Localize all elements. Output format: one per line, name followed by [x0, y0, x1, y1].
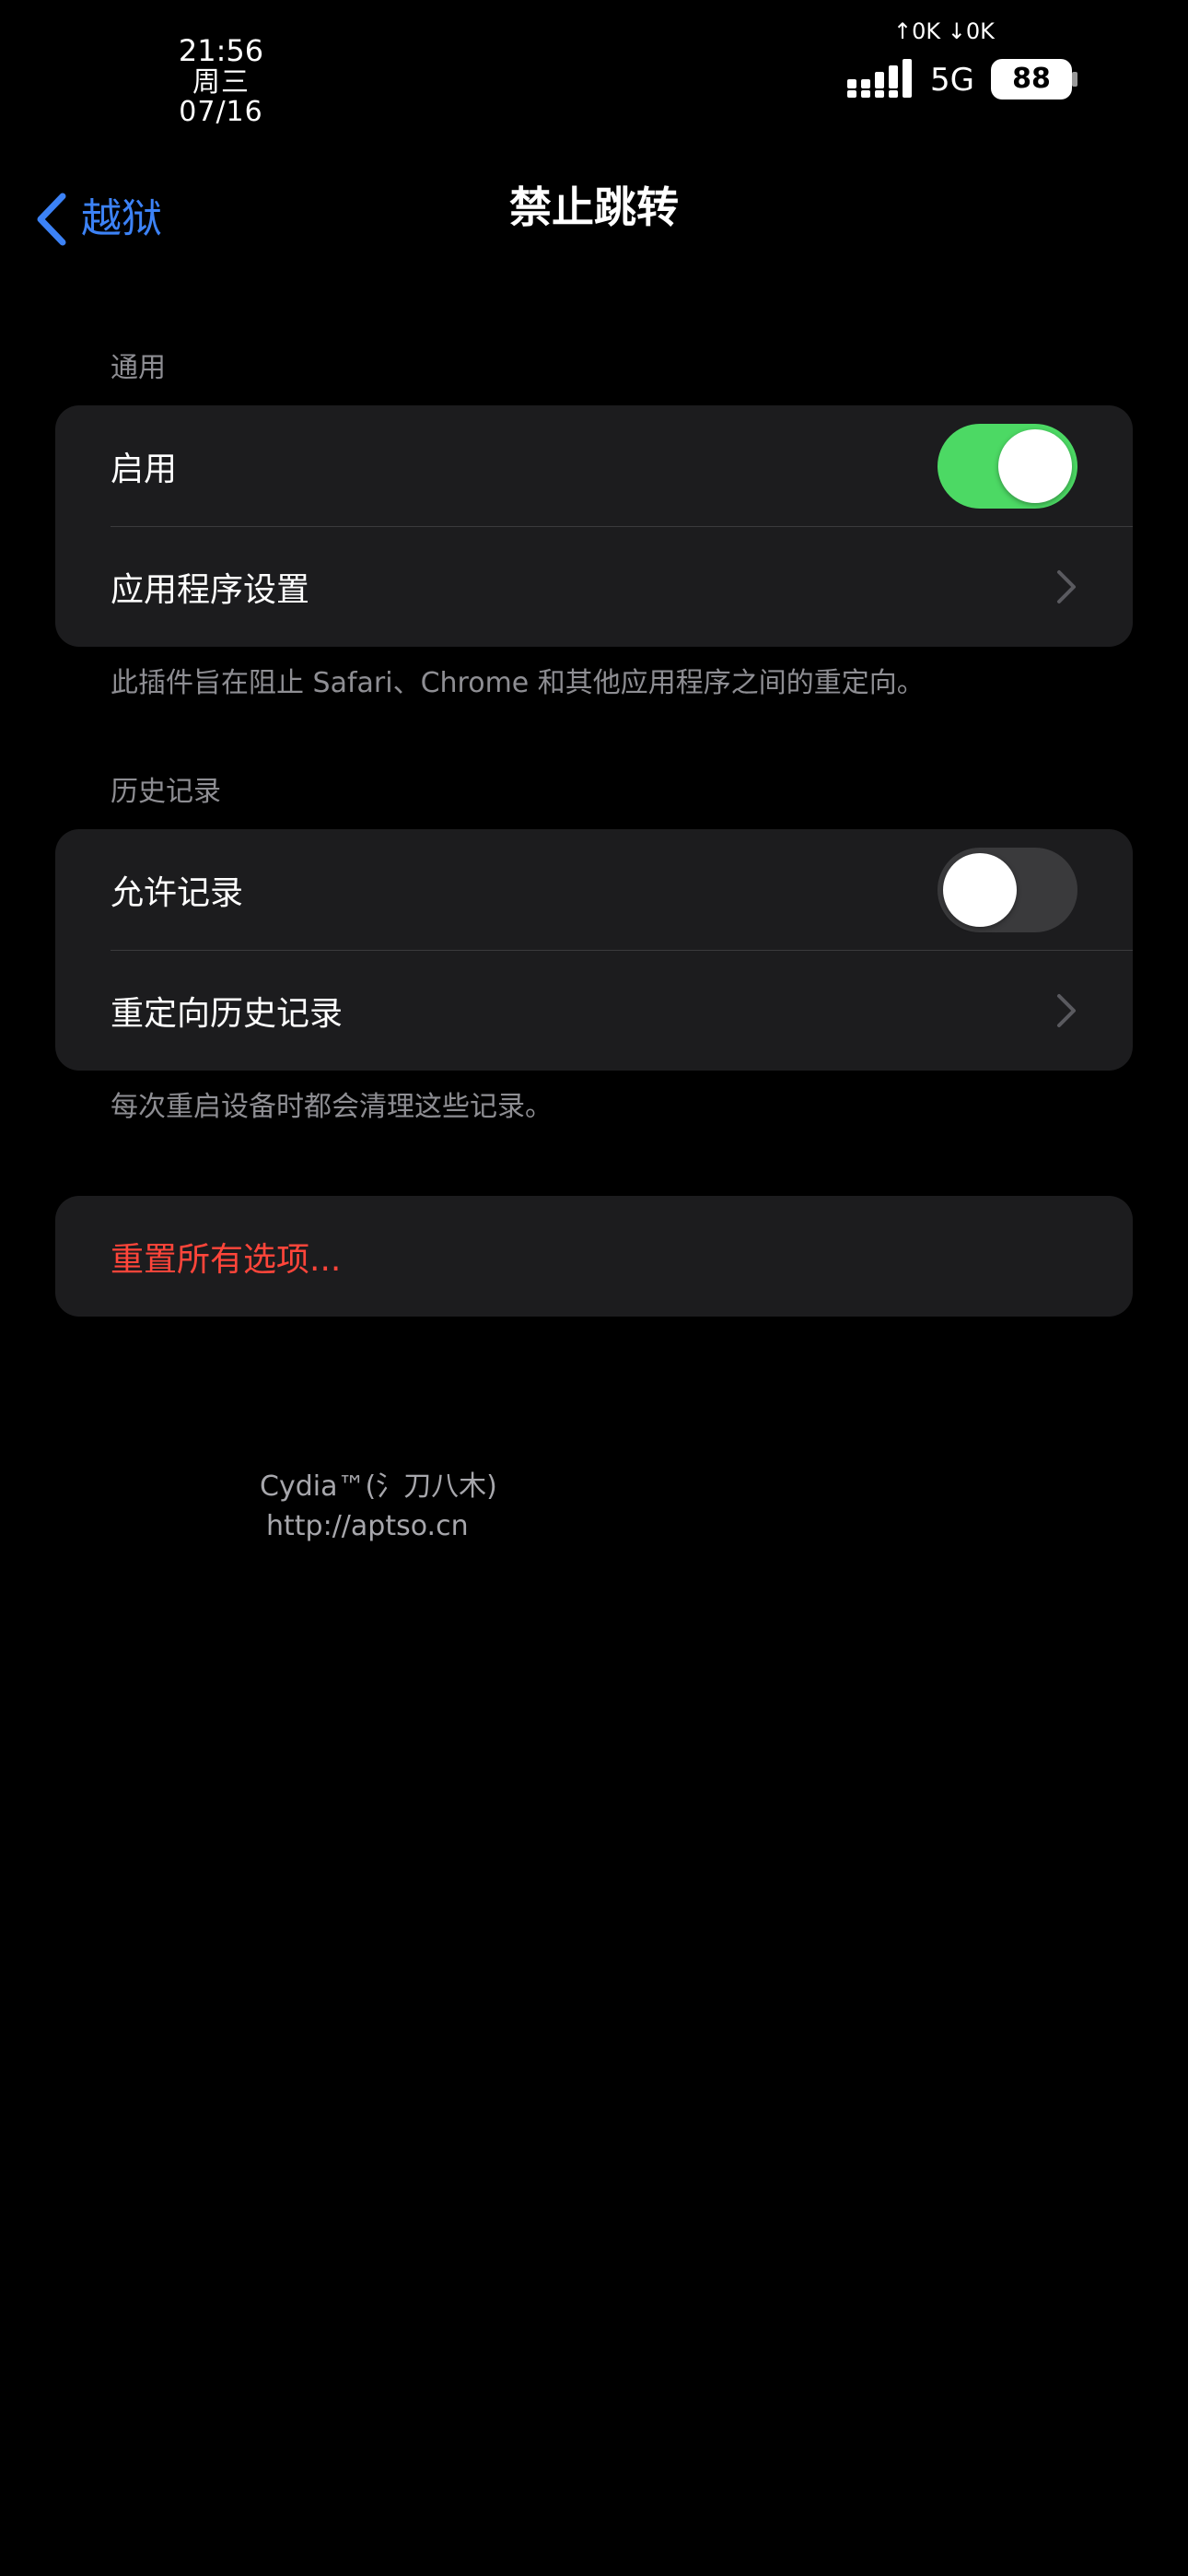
status-time: 21:56 [178, 33, 264, 68]
section-header-general: 通用 [111, 352, 166, 384]
app-settings-row[interactable]: 应用程序设置 [55, 526, 1133, 647]
back-button[interactable]: 越狱 [31, 182, 162, 256]
reset-all-button[interactable]: 重置所有选项... [55, 1196, 1133, 1317]
toggle-knob [943, 852, 1017, 927]
navigation-bar: 越狱 禁止跳转 [0, 175, 1188, 267]
app-settings-label: 应用程序设置 [111, 570, 310, 609]
section-header-history: 历史记录 [111, 776, 221, 808]
reset-card: 重置所有选项... [55, 1196, 1133, 1317]
credit-line1: Cydia™(氵刀八木) [260, 1470, 497, 1503]
status-bar: 21:56 周三 07/16 ↑0K ↓0K 5G 88 [0, 0, 1188, 129]
signal-bars-icon [847, 59, 912, 98]
general-card: 启用 应用程序设置 [55, 405, 1133, 647]
status-date: 周三 07/16 [179, 66, 263, 128]
battery-cap [1072, 72, 1077, 87]
back-label: 越狱 [81, 195, 162, 242]
allow-record-toggle[interactable] [938, 847, 1077, 932]
chevron-right-icon [1057, 993, 1076, 1027]
page-title: 禁止跳转 [509, 182, 679, 232]
enable-row: 启用 [55, 405, 1133, 526]
enable-toggle[interactable] [938, 423, 1077, 509]
battery-indicator: 88 [991, 59, 1072, 100]
chevron-right-icon [1057, 569, 1076, 603]
history-card: 允许记录 重定向历史记录 [55, 829, 1133, 1071]
redirect-history-label: 重定向历史记录 [111, 994, 344, 1033]
network-type: 5G [930, 62, 974, 99]
toggle-knob [998, 428, 1072, 503]
chevron-left-icon [37, 193, 66, 246]
reset-all-label: 重置所有选项... [111, 1240, 342, 1279]
section-footer-general: 此插件旨在阻止 Safari、Chrome 和其他应用程序之间的重定向。 [111, 667, 925, 699]
section-footer-history: 每次重启设备时都会清理这些记录。 [111, 1091, 553, 1123]
network-speed: ↑0K ↓0K [893, 18, 995, 44]
allow-record-label: 允许记录 [111, 873, 244, 912]
allow-record-row: 允许记录 [55, 829, 1133, 950]
credit-line2: http://aptso.cn [266, 1510, 469, 1542]
redirect-history-row[interactable]: 重定向历史记录 [55, 950, 1133, 1071]
enable-label: 启用 [111, 450, 178, 488]
